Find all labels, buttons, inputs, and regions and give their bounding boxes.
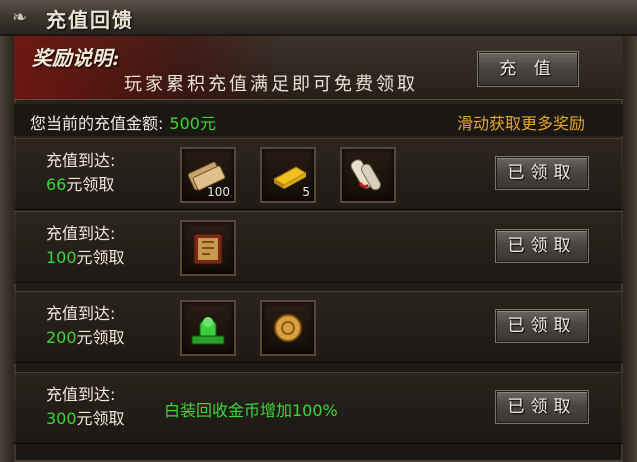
reward-item[interactable]: 5 [260,147,316,203]
reward-tier-row: 充值到达: 66元领取 100 5 已领取 [14,138,623,210]
tier-label-line: 充值到达: [46,151,116,170]
reward-item[interactable] [180,220,236,276]
reward-tier-row: 充值到达: 100元领取 已领取 [14,211,623,283]
item-quantity: 5 [302,185,310,199]
window-title: 充值回馈 [46,8,134,32]
reward-item[interactable]: 100 [180,147,236,203]
claim-button[interactable]: 已领取 [495,309,589,343]
scroll-hint: 滑动获取更多奖励 [456,114,585,133]
tier-amount: 300 [46,409,77,428]
skill-book-icon [193,233,223,265]
reward-item[interactable] [340,147,396,203]
reward-tier-row: 充值到达: 300元领取 白装回收金币增加100% 已领取 [14,372,623,444]
tier-label-line: 充值到达: [46,224,116,243]
reward-tier-row: 充值到达: 200元领取 已领取 [14,291,623,363]
tier-suffix: 元领取 [76,248,125,267]
tier-suffix: 元领取 [76,409,125,428]
jade-statue-icon [191,317,225,345]
tier-amount: 66 [46,175,67,194]
amount-bar: 您当前的充值金额: 500元 滑动获取更多奖励 [14,104,623,136]
claim-button[interactable]: 已领取 [495,229,589,263]
gold-token-icon [274,314,302,342]
tier-label-line: 充值到达: [46,304,116,323]
topup-button[interactable]: 充 值 [477,51,579,87]
left-border [0,36,14,462]
tier-suffix: 元领取 [76,328,125,347]
tier-amount: 100 [46,248,77,267]
current-amount-value: 500元 [169,114,216,133]
tier-suffix: 元领取 [66,175,115,194]
tier-label-line: 充值到达: [46,385,116,404]
current-amount: 您当前的充值金额: 500元 [30,110,216,134]
right-border [623,36,637,462]
reward-item[interactable] [180,300,236,356]
item-quantity: 100 [207,185,230,199]
rolled-scroll-icon [350,159,381,191]
tier-label: 充值到达: 200元领取 [46,302,125,350]
reward-description: 玩家累积充值满足即可免费领取 [124,74,418,95]
tier-bonus-note: 白装回收金币增加100% [164,401,338,420]
reward-title: 奖励说明: [32,46,120,70]
claim-button[interactable]: 已领取 [495,390,589,424]
dragon-ornament-icon: ❧ [12,7,28,28]
current-amount-label: 您当前的充值金额: [30,114,164,133]
claim-button[interactable]: 已领取 [495,156,589,190]
tier-label: 充值到达: 300元领取 [46,383,125,431]
reward-item[interactable] [260,300,316,356]
tier-label: 充值到达: 100元领取 [46,222,125,270]
title-bar: ❧ 充值回馈 [0,0,637,36]
tier-amount: 200 [46,328,77,347]
tier-label: 充值到达: 66元领取 [46,149,115,197]
